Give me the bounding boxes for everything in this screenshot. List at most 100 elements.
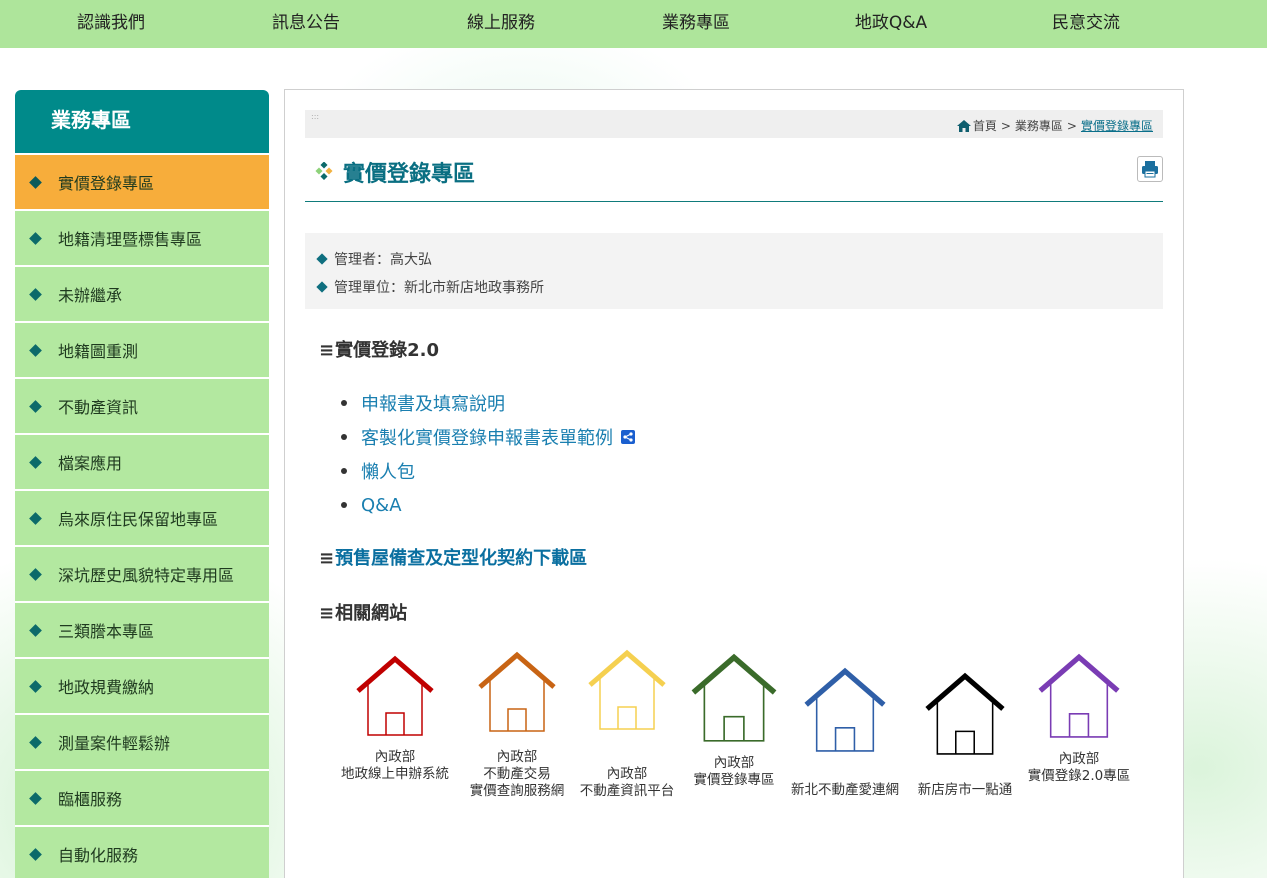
breadcrumb: 首頁 > 業務專區 > 實價登錄專區 bbox=[956, 117, 1153, 134]
sidebar-item-archive-application[interactable]: 檔案應用 bbox=[15, 433, 269, 489]
section-bars: ≡ bbox=[319, 548, 335, 569]
home-icon bbox=[956, 119, 971, 132]
diamond-icon bbox=[316, 281, 328, 293]
link-qa[interactable]: Q&A bbox=[341, 488, 635, 522]
site-caption-line1: 不動產交易 bbox=[483, 766, 551, 782]
unit-line: 管理單位：新北市新店地政事務所 bbox=[315, 273, 1153, 301]
link-list: 申報書及填寫說明 客製化實價登錄申報書表單範例 懶人包 Q&A bbox=[341, 386, 635, 522]
sidebar-item-label: 測量案件輕鬆辦 bbox=[58, 734, 171, 753]
section-heading-real-price-2: ≡實價登錄2.0 bbox=[319, 336, 439, 362]
site-caption-line2: 實價登錄專區 bbox=[693, 772, 775, 788]
site-caption-line1: 內政部 bbox=[1058, 751, 1100, 767]
sidebar-item-label: 實價登錄專區 bbox=[58, 174, 155, 193]
breadcrumb-parent[interactable]: 業務專區 bbox=[1015, 117, 1063, 134]
diamond-icon bbox=[29, 511, 42, 525]
sidebar-item-label: 臨櫃服務 bbox=[58, 790, 123, 809]
accesskey-marker[interactable]: ::: bbox=[311, 113, 319, 121]
site-caption-line1: 內政部 bbox=[606, 766, 648, 782]
diamond-icon bbox=[29, 679, 42, 693]
section-heading-related-sites: ≡相關網站 bbox=[319, 599, 407, 625]
link-label: 客製化實價登錄申報書表單範例 bbox=[361, 428, 613, 449]
house-icon-orange bbox=[478, 651, 556, 732]
section-bars: ≡ bbox=[319, 603, 335, 624]
link-label: 懶人包 bbox=[361, 462, 415, 483]
section-title: 實價登錄2.0 bbox=[335, 340, 439, 361]
sidebar-item-unsettled-inheritance[interactable]: 未辦繼承 bbox=[15, 265, 269, 321]
sidebar-item-label: 未辦繼承 bbox=[58, 286, 123, 305]
sidebar-item-label: 三類謄本專區 bbox=[58, 622, 155, 641]
site-caption-line2: 地政線上申辦系統 bbox=[341, 766, 449, 782]
site-caption-line2: 實價登錄2.0專區 bbox=[1027, 768, 1131, 784]
related-site-moi-real-price[interactable]: 內政部 實價登錄專區 bbox=[679, 653, 789, 789]
bullet bbox=[341, 468, 347, 474]
top-navigation: 認識我們 訊息公告 線上服務 業務專區 地政Q&A 民意交流 bbox=[0, 0, 1267, 48]
link-declaration-instructions[interactable]: 申報書及填寫說明 bbox=[341, 386, 635, 420]
sidebar-item-label: 烏來原住民保留地專區 bbox=[58, 510, 219, 529]
house-icon-red bbox=[356, 655, 434, 736]
diamond-icon bbox=[29, 399, 42, 413]
related-sites: 內政部 地政線上申辦系統 內政部 不動產交易 實價查詢服務網 內政部 不動產資訊… bbox=[335, 645, 1165, 805]
site-caption-line1: 內政部 bbox=[713, 755, 755, 771]
sidebar-item-counter-service[interactable]: 臨櫃服務 bbox=[15, 769, 269, 825]
link-lazy-pack[interactable]: 懶人包 bbox=[341, 454, 635, 488]
house-icon-black bbox=[925, 672, 1005, 755]
link-customized-form-example[interactable]: 客製化實價登錄申報書表單範例 bbox=[341, 420, 635, 454]
sidebar-item-cadastral-resurvey[interactable]: 地籍圖重測 bbox=[15, 321, 269, 377]
link-label: Q&A bbox=[361, 494, 402, 516]
nav-public-opinion[interactable]: 民意交流 bbox=[1011, 0, 1161, 48]
sidebar-item-survey-cases[interactable]: 測量案件輕鬆辦 bbox=[15, 713, 269, 769]
sidebar-item-wulai-reserve[interactable]: 烏來原住民保留地專區 bbox=[15, 489, 269, 545]
bullet bbox=[341, 502, 347, 508]
site-caption-line2: 新店房市一點通 bbox=[917, 782, 1013, 798]
manager-line: 管理者：高大弘 bbox=[315, 245, 1153, 273]
sidebar-item-automated-service[interactable]: 自動化服務 bbox=[15, 825, 269, 878]
bullet bbox=[341, 400, 347, 406]
breadcrumb-home[interactable]: 首頁 bbox=[973, 117, 997, 134]
related-site-real-price-2[interactable]: 內政部 實價登錄2.0專區 bbox=[1019, 653, 1139, 785]
diamond-icon bbox=[29, 455, 42, 469]
related-site-xindian-housing[interactable]: 新店房市一點通 bbox=[909, 672, 1021, 799]
sidebar-item-label: 不動產資訊 bbox=[58, 398, 139, 417]
manager-text: 管理者：高大弘 bbox=[334, 252, 432, 268]
breadcrumb-current[interactable]: 實價登錄專區 bbox=[1081, 117, 1153, 134]
site-caption-line2: 新北不動產愛連網 bbox=[791, 782, 899, 798]
sidebar-item-class3-transcripts[interactable]: 三類謄本專區 bbox=[15, 601, 269, 657]
page-title: 實價登錄專區 bbox=[343, 162, 476, 187]
section-bars: ≡ bbox=[319, 340, 335, 361]
breadcrumb-bar: ::: 首頁 > 業務專區 > 實價登錄專區 bbox=[305, 110, 1163, 138]
nav-online-services[interactable]: 線上服務 bbox=[426, 0, 576, 48]
nav-about-us[interactable]: 認識我們 bbox=[36, 0, 186, 48]
nav-land-qa[interactable]: 地政Q&A bbox=[816, 0, 966, 48]
nav-announcements[interactable]: 訊息公告 bbox=[231, 0, 381, 48]
related-site-land-online[interactable]: 內政部 地政線上申辦系統 bbox=[335, 655, 455, 783]
sidebar-item-shenkeng-historic[interactable]: 深坑歷史風貌特定專用區 bbox=[15, 545, 269, 601]
diamond-icon bbox=[29, 287, 42, 301]
unit-text: 管理單位：新北市新店地政事務所 bbox=[334, 280, 544, 296]
sidebar-item-label: 深坑歷史風貌特定專用區 bbox=[58, 566, 235, 585]
sidebar-item-real-price-registration[interactable]: 實價登錄專區 bbox=[15, 153, 269, 209]
sidebar-item-real-estate-info[interactable]: 不動產資訊 bbox=[15, 377, 269, 433]
breadcrumb-separator: > bbox=[1000, 118, 1011, 133]
sidebar-item-fee-payment[interactable]: 地政規費繳納 bbox=[15, 657, 269, 713]
related-site-price-query[interactable]: 內政部 不動產交易 實價查詢服務網 bbox=[457, 651, 577, 800]
diamond-icon bbox=[29, 847, 42, 861]
breadcrumb-separator: > bbox=[1066, 118, 1077, 133]
printer-icon bbox=[1142, 161, 1158, 178]
sidebar-item-cadastral-cleanup[interactable]: 地籍清理暨標售專區 bbox=[15, 209, 269, 265]
related-site-info-platform[interactable]: 內政部 不動產資訊平台 bbox=[569, 649, 685, 800]
site-caption-line0: 內政部 bbox=[496, 749, 538, 765]
sidebar-item-label: 檔案應用 bbox=[58, 454, 123, 473]
link-label: 申報書及填寫說明 bbox=[361, 394, 505, 415]
house-icon-yellow bbox=[588, 649, 666, 730]
section-title: 相關網站 bbox=[335, 603, 408, 624]
diamond-icon bbox=[29, 567, 42, 581]
section-title: 預售屋備查及定型化契約下載區 bbox=[335, 548, 588, 569]
diamond-icon bbox=[29, 735, 42, 749]
house-icon-purple bbox=[1038, 653, 1120, 738]
nav-business-area[interactable]: 業務專區 bbox=[621, 0, 771, 48]
sidebar: 業務專區 實價登錄專區 地籍清理暨標售專區 未辦繼承 地籍圖重測 不動產資訊 檔… bbox=[15, 90, 269, 878]
section-link-presale-contracts[interactable]: ≡預售屋備查及定型化契約下載區 bbox=[319, 544, 587, 570]
share-icon[interactable] bbox=[621, 430, 635, 444]
print-button[interactable] bbox=[1137, 156, 1163, 182]
related-site-ntpc-realestate[interactable]: 新北不動產愛連網 bbox=[781, 667, 909, 799]
